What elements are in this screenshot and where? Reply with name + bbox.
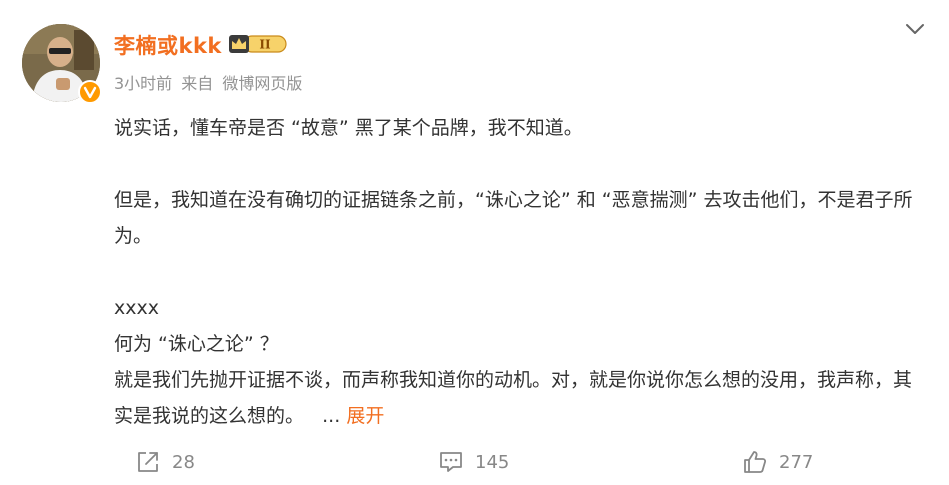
post-content: 说实话，懂车帝是否 “故意” 黑了某个品牌，我不知道。 但是，我知道在没有确切的… bbox=[114, 110, 914, 434]
verified-v-icon bbox=[78, 80, 102, 104]
repost-button[interactable]: 28 bbox=[134, 448, 195, 476]
thumbs-up-icon bbox=[744, 451, 767, 473]
vip-level-label: II bbox=[259, 38, 271, 52]
comment-count: 145 bbox=[475, 451, 510, 473]
post-paragraph: xxxx bbox=[114, 297, 159, 319]
weibo-post-card: 李楠或kkk II 3小时前 来自 微博网页版 说实话，懂车帝是否 “故意” 黑… bbox=[0, 0, 949, 485]
expand-link[interactable]: 展开 bbox=[346, 405, 384, 427]
author-name[interactable]: 李楠或kkk bbox=[114, 30, 222, 60]
chevron-down-icon bbox=[906, 24, 924, 34]
more-options-button[interactable] bbox=[902, 16, 928, 42]
post-actions-bar: 28 145 277 bbox=[0, 440, 949, 480]
repost-count: 28 bbox=[172, 451, 195, 473]
comment-button[interactable]: 145 bbox=[437, 448, 509, 476]
like-count: 277 bbox=[779, 451, 814, 473]
post-time[interactable]: 3小时前 bbox=[114, 74, 172, 93]
author-avatar-container[interactable] bbox=[22, 24, 102, 104]
post-paragraph: 但是，我知道在没有确切的证据链条之前，“诛心之论” 和 “恶意揣测” 去攻击他们… bbox=[114, 189, 913, 247]
vip-crown-badge-icon[interactable]: II bbox=[228, 33, 288, 55]
source-prefix: 来自 bbox=[181, 74, 214, 93]
post-source[interactable]: 微博网页版 bbox=[222, 74, 302, 93]
expand-ellipsis: ... bbox=[322, 405, 341, 427]
like-button[interactable]: 277 bbox=[741, 448, 813, 476]
comment-icon bbox=[440, 452, 462, 472]
post-paragraph: 何为 “诛心之论” ？ bbox=[114, 333, 279, 355]
post-meta: 3小时前 来自 微博网页版 bbox=[114, 70, 306, 94]
post-paragraph: 说实话，懂车帝是否 “故意” 黑了某个品牌，我不知道。 bbox=[114, 117, 583, 139]
post-paragraph-text: 就是我们先抛开证据不谈，而声称我知道你的动机。对，就是你说你怎么想的没用，我声称… bbox=[114, 369, 913, 427]
post-paragraph-last: 就是我们先抛开证据不谈，而声称我知道你的动机。对，就是你说你怎么想的没用，我声称… bbox=[114, 362, 914, 434]
share-icon bbox=[138, 452, 158, 472]
